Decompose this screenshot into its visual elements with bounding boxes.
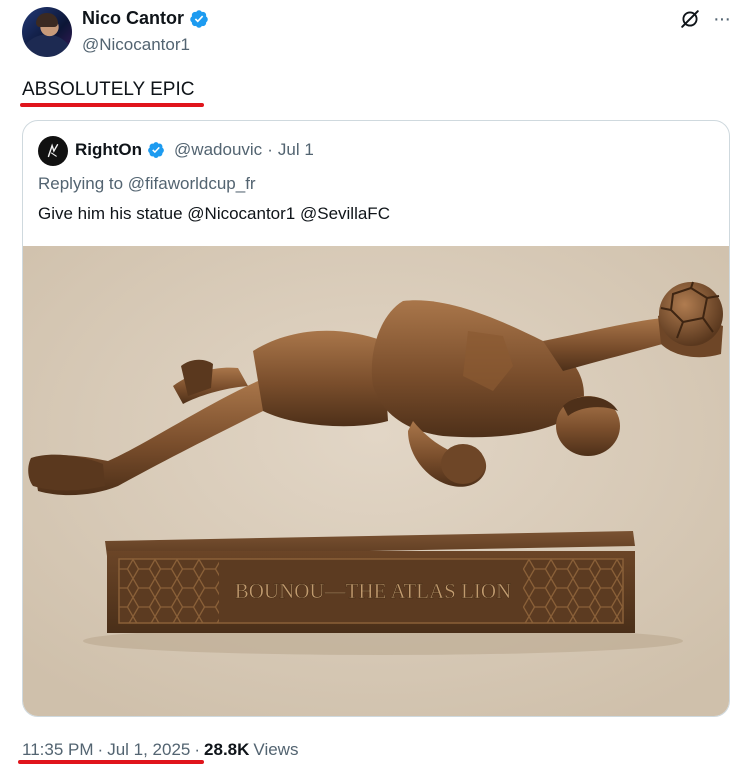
replying-to-prefix: Replying to xyxy=(38,174,128,193)
quoted-verified-badge-icon xyxy=(148,142,164,158)
author-handle[interactable]: @Nicocantor1 xyxy=(82,35,190,55)
tweet-date[interactable]: Jul 1, 2025 xyxy=(107,740,190,760)
replying-to-line: Replying to @fifaworldcup_fr xyxy=(38,174,256,194)
views-count: 28.8K xyxy=(204,740,250,759)
quoted-author-row: RightOn @wadouvic · Jul 1 xyxy=(75,140,314,160)
meta-separator-2: · xyxy=(194,740,201,759)
quoted-handle[interactable]: @wadouvic xyxy=(174,140,262,160)
quoted-separator: · xyxy=(267,140,273,159)
verified-badge-icon xyxy=(190,9,208,28)
red-annotation-underline xyxy=(20,103,204,107)
tweet-time[interactable]: 11:35 PM xyxy=(22,740,94,760)
quoted-display-name[interactable]: RightOn xyxy=(75,140,142,160)
grok-icon[interactable] xyxy=(679,8,701,30)
tweet-actions: ··· xyxy=(679,8,731,30)
quoted-tweet-card[interactable]: RightOn @wadouvic · Jul 1 Replying to @f… xyxy=(22,120,730,717)
plinth-inscription: BOUNOU—THE ATLAS LION xyxy=(235,579,512,603)
red-annotation-underline-2 xyxy=(18,760,204,764)
meta-separator: · xyxy=(97,740,104,759)
replying-to-handle[interactable]: @fifaworldcup_fr xyxy=(128,174,256,193)
more-icon[interactable]: ··· xyxy=(713,9,731,29)
statue-image[interactable]: BOUNOU—THE ATLAS LION xyxy=(23,246,729,716)
quoted-author-avatar[interactable] xyxy=(38,136,68,166)
tweet-meta: 11:35 PM · Jul 1, 2025 · 28.8K Views xyxy=(22,740,298,760)
quoted-tweet-text: Give him his statue @Nicocantor1 @Sevill… xyxy=(38,204,390,223)
author-display-name[interactable]: Nico Cantor xyxy=(82,8,184,29)
author-name-row: Nico Cantor xyxy=(82,8,209,29)
views-label: Views xyxy=(253,740,299,759)
author-avatar[interactable] xyxy=(22,7,72,57)
quoted-date[interactable]: Jul 1 xyxy=(278,140,314,160)
quoted-avatar-logo-icon xyxy=(47,143,59,158)
tweet-text: ABSOLUTELY EPIC xyxy=(22,79,195,100)
